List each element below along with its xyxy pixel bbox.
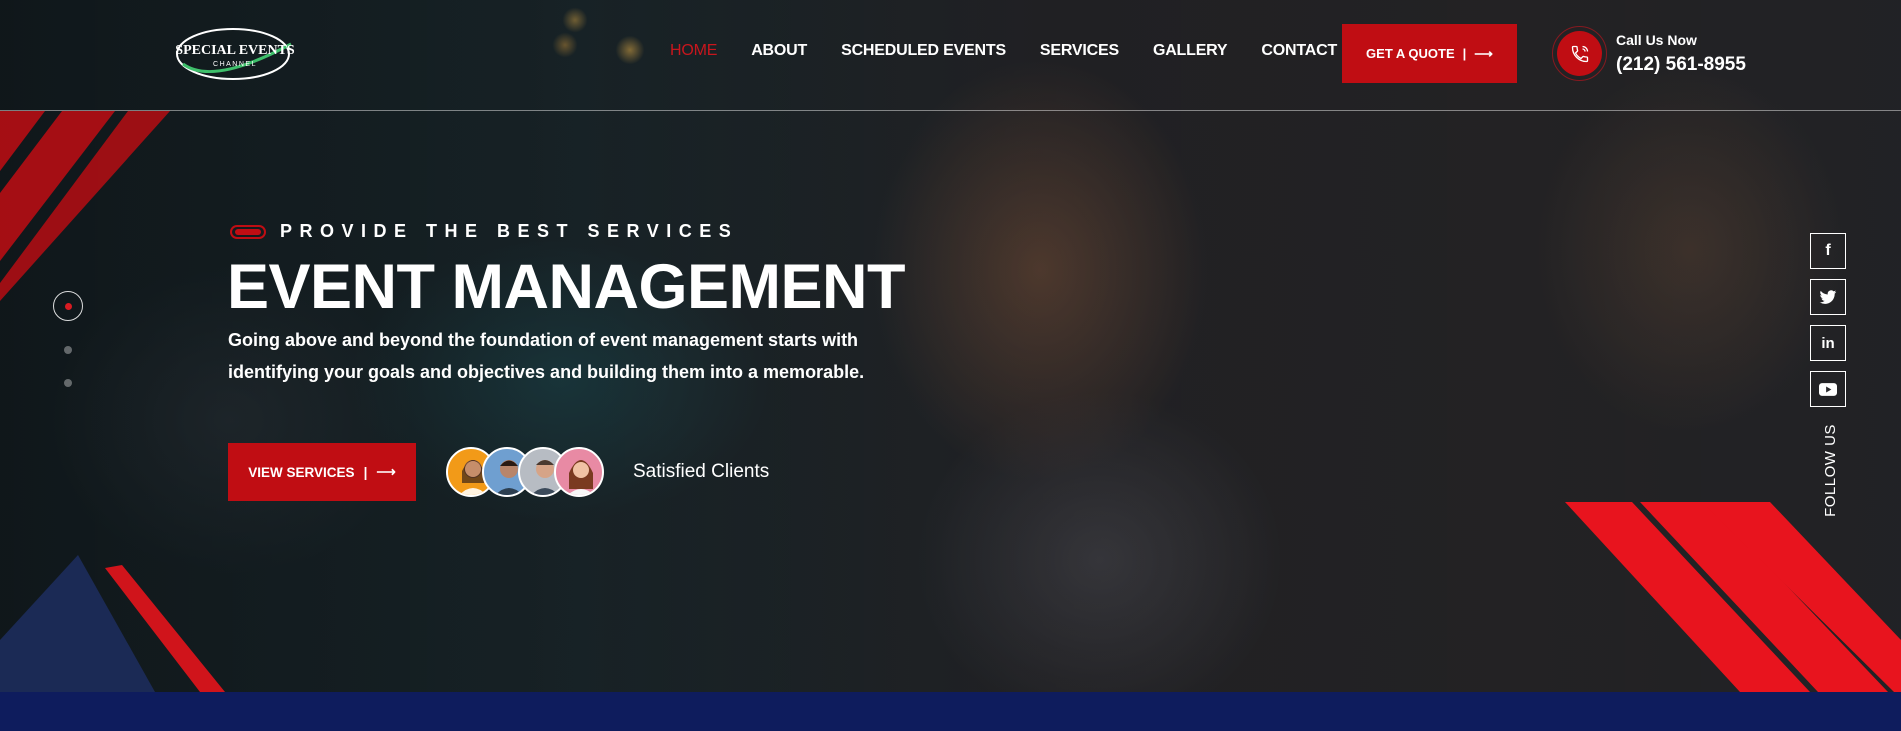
call-number[interactable]: (212) 561-8955 [1616,54,1746,76]
brand-logo[interactable]: SPECIAL EVENTS CHANNEL [173,24,297,82]
linkedin-icon[interactable]: in [1810,325,1846,361]
hero-description: Going above and beyond the foundation of… [228,330,865,382]
nav-scheduled-events[interactable]: SCHEDULED EVENTS [841,42,1006,60]
quote-button-separator: | [1462,46,1467,61]
slider-dot-active[interactable] [53,291,83,321]
arrow-right-icon: ⟶ [1474,45,1493,61]
phone-ring [1552,26,1607,81]
slider-dot[interactable] [64,346,72,354]
bottom-navy-bar [0,692,1901,731]
youtube-icon[interactable] [1810,371,1846,407]
view-services-button[interactable]: VIEW SERVICES | ⟶ [228,443,416,501]
eyebrow-pill-icon [230,224,266,239]
satisfied-clients-label: Satisfied Clients [633,461,770,482]
twitter-icon[interactable] [1810,279,1846,315]
nav-gallery[interactable]: GALLERY [1153,42,1228,60]
slider-dot[interactable] [64,379,72,387]
get-a-quote-button[interactable]: GET A QUOTE | ⟶ [1342,24,1517,83]
nav-contact[interactable]: CONTACT [1261,42,1337,60]
svg-text:SPECIAL EVENTS: SPECIAL EVENTS [175,43,295,58]
eyebrow-text: PROVIDE THE BEST SERVICES [280,221,739,241]
avatar [554,447,604,497]
hero-banner: SPECIAL EVENTS CHANNEL HOME ABOUT SCHEDU… [0,0,1901,692]
site-header: SPECIAL EVENTS CHANNEL HOME ABOUT SCHEDU… [0,0,1901,111]
hero-eyebrow: PROVIDE THE BEST SERVICES [230,221,738,242]
nav-about[interactable]: ABOUT [751,42,807,60]
nav-home[interactable]: HOME [670,42,717,60]
facebook-icon[interactable]: f [1810,233,1846,269]
decor-triangle-bottom-left [0,555,225,692]
decor-stripes-bottom-right [1565,502,1901,692]
social-links: f in [1810,233,1846,417]
main-nav: HOME ABOUT SCHEDULED EVENTS SERVICES GAL… [670,42,1371,60]
view-services-separator: | [363,464,368,480]
quote-button-label: GET A QUOTE [1366,46,1455,61]
decor-stripes-top-left [0,111,170,301]
nav-services[interactable]: SERVICES [1040,42,1119,60]
slider-pagination [53,291,83,387]
hero-title: EVENT MANAGEMENT [227,252,906,322]
arrow-right-icon: ⟶ [376,464,396,479]
svg-text:CHANNEL: CHANNEL [213,61,257,68]
phone-icon [1557,31,1602,76]
client-avatars [446,447,604,497]
view-services-label: VIEW SERVICES [248,464,355,480]
call-label: Call Us Now [1616,32,1697,48]
follow-us-label: FOLLOW US [1821,423,1839,517]
